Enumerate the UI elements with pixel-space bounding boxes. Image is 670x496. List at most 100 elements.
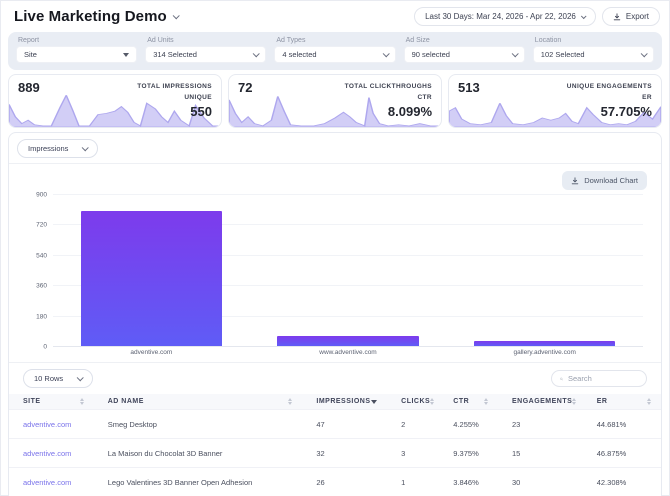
report-select-value: Site bbox=[24, 50, 37, 59]
er-cell: 46.875% bbox=[582, 438, 661, 468]
chevron-down-icon bbox=[511, 50, 519, 58]
ctr-cell: 9.375% bbox=[439, 438, 498, 468]
location-select-value: 102 Selected bbox=[540, 50, 585, 59]
clicks-cell: 2 bbox=[387, 409, 440, 439]
sort-icon[interactable] bbox=[647, 398, 651, 405]
filter-location-label: Location bbox=[534, 37, 562, 44]
chevron-down-icon bbox=[580, 12, 587, 19]
engagements-cell: 23 bbox=[497, 409, 583, 439]
kpi-total-value: 72 bbox=[238, 80, 253, 95]
search-icon bbox=[560, 377, 563, 380]
download-chart-label: Download Chart bbox=[584, 176, 638, 185]
rows-per-page-selector[interactable]: 10 Rows bbox=[23, 369, 94, 388]
y-axis-tick: 900 bbox=[36, 191, 47, 199]
sort-descending-icon[interactable] bbox=[371, 399, 378, 404]
location-select[interactable]: 102 Selected bbox=[532, 46, 654, 63]
filter-location: Location 102 Selected bbox=[532, 37, 654, 63]
impressions-cell: 26 bbox=[302, 467, 388, 496]
kpi-row: 889 TOTAL IMPRESSIONS UNIQUE 550 72 TOTA… bbox=[8, 74, 662, 128]
export-label: Export bbox=[625, 12, 649, 21]
download-chart-button[interactable]: Download Chart bbox=[562, 171, 647, 190]
export-button[interactable]: Export bbox=[601, 7, 660, 26]
metric-selector-value: Impressions bbox=[28, 144, 69, 153]
engagements-cell: 15 bbox=[497, 438, 583, 468]
caret-down-icon bbox=[123, 52, 130, 57]
ad-name-cell: Smeg Desktop bbox=[93, 409, 303, 439]
column-header-ad-name[interactable]: AD NAME bbox=[93, 394, 303, 410]
filter-panel: Report Site Ad Units 314 Selected Ad Typ… bbox=[8, 32, 662, 70]
x-axis-label: gallery.adventive.com bbox=[513, 349, 576, 356]
metric-selector[interactable]: Impressions bbox=[17, 139, 99, 158]
sort-icon[interactable] bbox=[572, 398, 577, 405]
column-header-impressions[interactable]: IMPRESSIONS bbox=[302, 394, 388, 410]
sort-icon[interactable] bbox=[430, 398, 435, 405]
top-header: Live Marketing Demo Last 30 Days: Mar 24… bbox=[0, 0, 670, 30]
er-cell: 44.681% bbox=[582, 409, 661, 439]
table-row: adventive.com Smeg Desktop 47 2 4.255% 2… bbox=[9, 409, 661, 439]
table-row: adventive.com Lego Valentines 3D Banner … bbox=[9, 467, 661, 496]
kpi-total-value: 889 bbox=[18, 80, 40, 95]
table-header-row: SITE AD NAME IMPRESSIONS CLICKS CTR ENGA… bbox=[9, 394, 661, 410]
x-axis-label: www.adventive.com bbox=[319, 349, 377, 356]
ad-size-select[interactable]: 90 selected bbox=[403, 46, 525, 63]
kpi-card-engagements: 513 UNIQUE ENGAGEMENTS ER 57.705% bbox=[448, 74, 662, 128]
ad-units-select[interactable]: 314 Selected bbox=[145, 46, 267, 63]
column-header-site[interactable]: SITE bbox=[9, 394, 94, 410]
ad-types-select[interactable]: 4 selected bbox=[274, 46, 396, 63]
column-header-clicks[interactable]: CLICKS bbox=[387, 394, 440, 410]
impressions-cell: 47 bbox=[302, 409, 388, 439]
clicks-cell: 3 bbox=[387, 438, 440, 468]
table-toolbar: 10 Rows bbox=[9, 363, 661, 394]
filter-ad-units: Ad Units 314 Selected bbox=[145, 37, 267, 63]
date-range-button[interactable]: Last 30 Days: Mar 24, 2026 - Apr 22, 202… bbox=[414, 7, 596, 26]
download-icon bbox=[613, 12, 621, 20]
site-link[interactable]: adventive.com bbox=[23, 478, 71, 487]
er-cell: 42.308% bbox=[582, 467, 661, 496]
kpi-total-value: 513 bbox=[458, 80, 480, 95]
kpi-sub-value: 8.099% bbox=[387, 104, 432, 120]
kpi-label: UNIQUE ENGAGEMENTS bbox=[566, 83, 652, 90]
ad-name-cell: La Maison du Chocolat 3D Banner bbox=[93, 438, 303, 468]
kpi-label: TOTAL CLICKTHROUGHS bbox=[344, 83, 432, 90]
column-header-er[interactable]: ER bbox=[582, 394, 661, 410]
filter-report-label: Report bbox=[18, 37, 40, 44]
ctr-cell: 4.255% bbox=[439, 409, 498, 439]
rows-selector-value: 10 Rows bbox=[34, 374, 64, 383]
bar-adventive[interactable] bbox=[80, 210, 223, 346]
bar-www-adventive[interactable] bbox=[277, 335, 419, 346]
filter-ad-size-label: Ad Size bbox=[405, 37, 430, 44]
site-link[interactable]: adventive.com bbox=[23, 420, 71, 429]
search-input[interactable] bbox=[568, 374, 638, 383]
chart-section: Download Chart 900 720 540 360 180 0 adv… bbox=[9, 164, 661, 362]
chevron-down-icon bbox=[382, 50, 390, 58]
kpi-sublabel: CTR bbox=[417, 94, 432, 102]
search-box[interactable] bbox=[551, 370, 647, 387]
download-icon bbox=[571, 176, 579, 184]
filter-report: Report Site bbox=[16, 37, 138, 63]
column-header-ctr[interactable]: CTR bbox=[439, 394, 498, 410]
filter-ad-units-label: Ad Units bbox=[147, 37, 174, 44]
engagements-cell: 30 bbox=[497, 467, 583, 496]
x-axis-label: adventive.com bbox=[130, 349, 173, 356]
date-range-label: Last 30 Days: Mar 24, 2026 - Apr 22, 202… bbox=[425, 12, 576, 21]
chevron-down-icon bbox=[76, 374, 84, 382]
sort-icon[interactable] bbox=[288, 398, 293, 405]
ad-types-select-value: 4 selected bbox=[282, 50, 317, 59]
kpi-sublabel: UNIQUE bbox=[184, 94, 212, 102]
clicks-cell: 1 bbox=[387, 467, 440, 496]
report-select[interactable]: Site bbox=[16, 46, 138, 63]
sort-icon[interactable] bbox=[483, 398, 488, 405]
chevron-down-icon bbox=[640, 50, 648, 58]
bar-chart: 900 720 540 360 180 0 bbox=[36, 192, 643, 351]
sort-icon[interactable] bbox=[79, 398, 84, 405]
site-link[interactable]: adventive.com bbox=[23, 449, 71, 458]
kpi-sub-value: 550 bbox=[190, 104, 212, 120]
kpi-label: TOTAL IMPRESSIONS bbox=[137, 83, 212, 90]
impressions-cell: 32 bbox=[302, 438, 388, 468]
y-axis-tick: 720 bbox=[36, 221, 47, 229]
bar-gallery-adventive[interactable] bbox=[473, 341, 616, 346]
column-header-engagements[interactable]: ENGAGEMENTS bbox=[497, 394, 583, 410]
page-title-group[interactable]: Live Marketing Demo bbox=[14, 8, 180, 25]
y-axis-tick: 540 bbox=[36, 252, 47, 260]
y-axis-tick: 0 bbox=[43, 343, 47, 351]
